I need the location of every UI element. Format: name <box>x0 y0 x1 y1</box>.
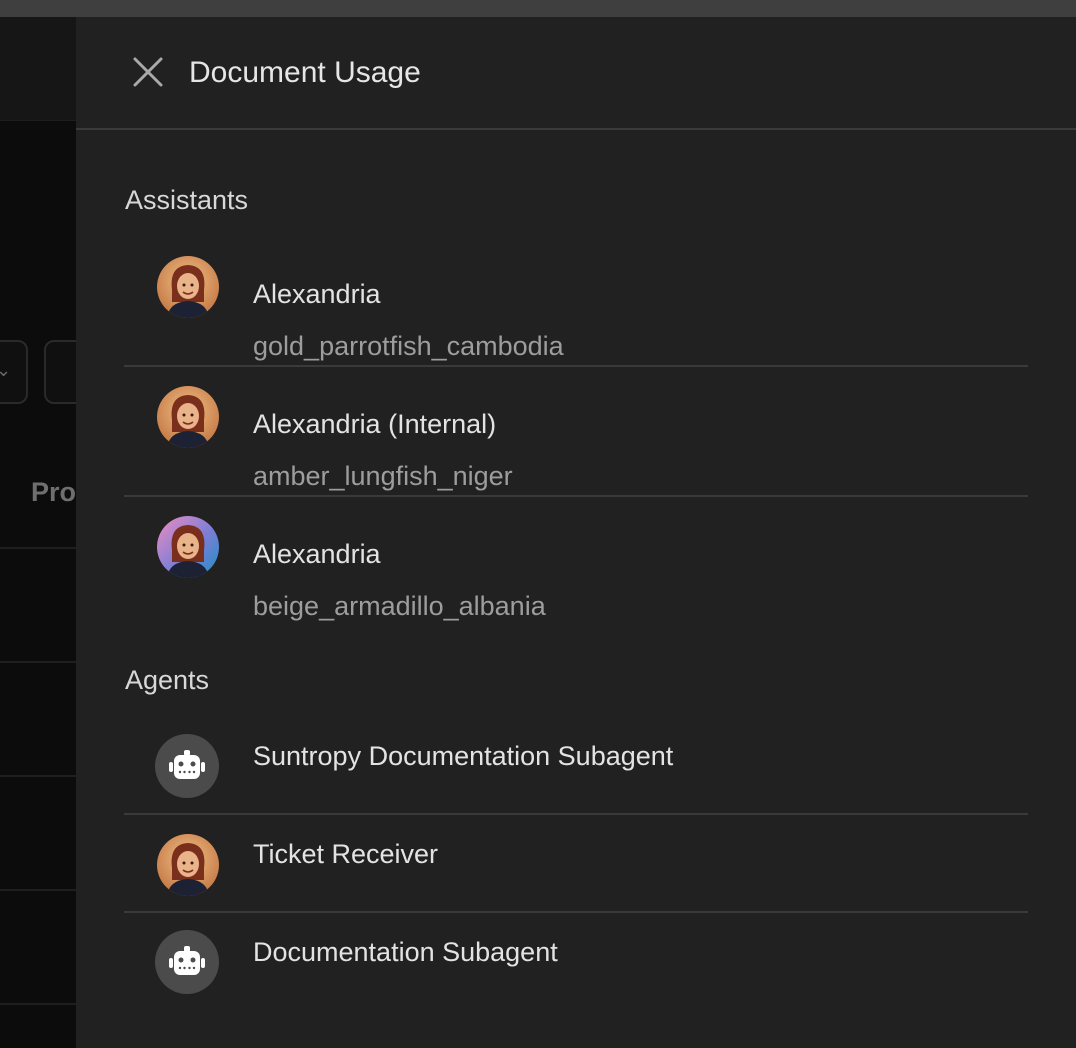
drawer-header: Document Usage <box>76 17 1076 130</box>
close-button[interactable] <box>130 54 166 90</box>
background-column-header: Pro <box>31 477 76 507</box>
agent-name: Documentation Subagent <box>253 937 558 967</box>
assistant-avatar <box>157 256 219 318</box>
assistants-section-title: Assistants <box>125 185 249 215</box>
agents-section-title: Agents <box>125 665 210 695</box>
close-icon <box>133 57 163 87</box>
window-top-strip <box>0 0 1076 17</box>
assistant-id: beige_armadillo_albania <box>253 591 546 621</box>
background-filter-button[interactable] <box>44 340 76 404</box>
assistant-name: Alexandria <box>253 279 381 309</box>
assistant-id: amber_lungfish_niger <box>253 461 513 491</box>
agent-row[interactable]: Ticket Receiver <box>124 815 1028 913</box>
agent-row[interactable]: Suntropy Documentation Subagent <box>124 717 1028 815</box>
background-row-divider <box>0 889 76 891</box>
assistant-row[interactable]: Alexandria (Internal) amber_lungfish_nig… <box>124 367 1028 497</box>
background-row-divider <box>0 775 76 777</box>
agent-name: Suntropy Documentation Subagent <box>253 741 674 771</box>
assistant-name: Alexandria <box>253 539 381 569</box>
robot-icon <box>155 930 219 994</box>
background-row-divider <box>0 661 76 663</box>
document-usage-drawer: Document Usage Assistants Alexandria gol… <box>76 17 1076 1048</box>
background-page: ⌄ Pro <box>0 17 76 1048</box>
drawer-title: Document Usage <box>189 56 421 89</box>
background-header <box>0 17 76 121</box>
assistant-row[interactable]: Alexandria gold_parrotfish_cambodia <box>124 239 1028 367</box>
assistant-avatar <box>157 386 219 448</box>
assistant-row[interactable]: Alexandria beige_armadillo_albania <box>124 497 1028 625</box>
agent-avatar <box>157 834 219 896</box>
robot-icon <box>155 734 219 798</box>
assistant-name: Alexandria (Internal) <box>253 409 497 439</box>
agent-name: Ticket Receiver <box>253 839 439 869</box>
agent-row[interactable]: Documentation Subagent <box>124 913 1028 1009</box>
background-row-divider <box>0 547 76 549</box>
chevron-down-icon: ⌄ <box>0 360 12 380</box>
assistant-avatar <box>157 516 219 578</box>
background-row-divider <box>0 1003 76 1005</box>
assistant-id: gold_parrotfish_cambodia <box>253 331 564 361</box>
